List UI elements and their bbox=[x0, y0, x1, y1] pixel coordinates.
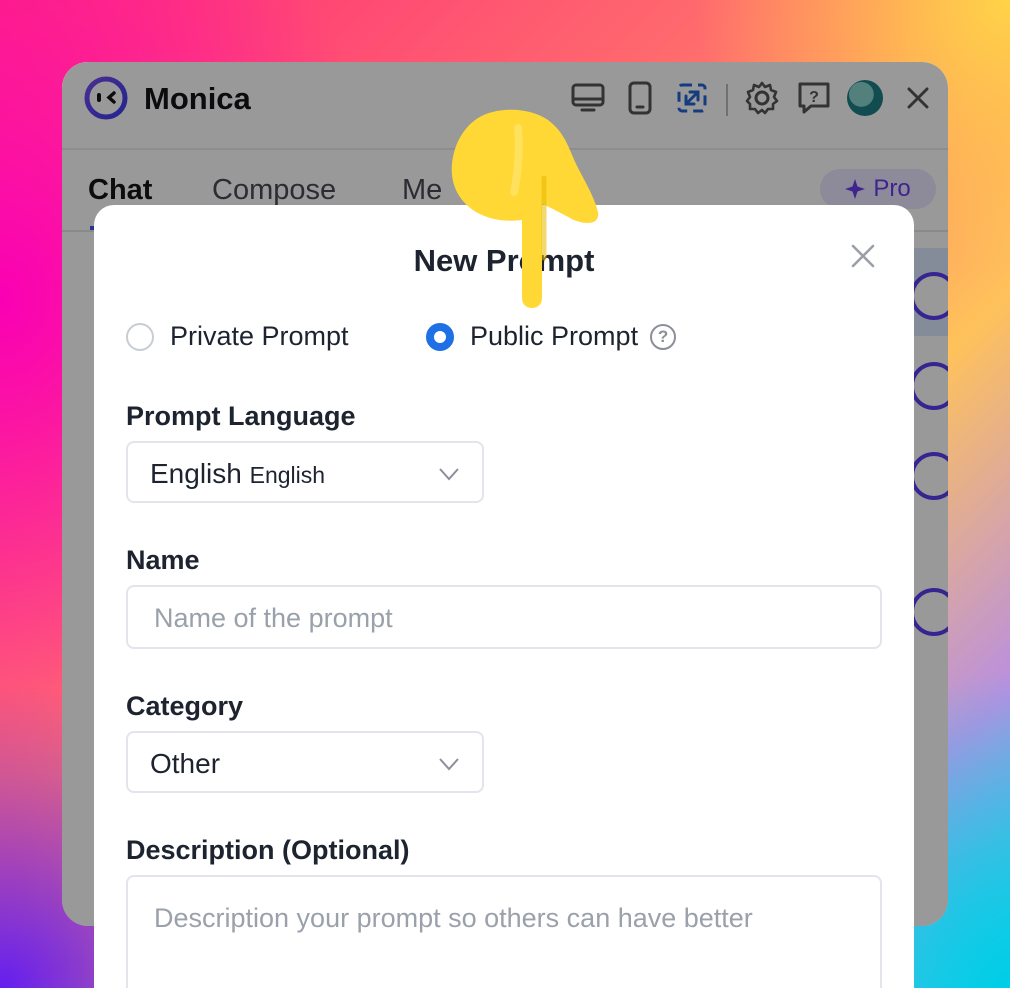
name-placeholder: Name of the prompt bbox=[154, 603, 393, 633]
prompt-language-select[interactable]: English English bbox=[126, 441, 484, 503]
prompt-language-label: Prompt Language bbox=[126, 401, 356, 431]
category-value: Other bbox=[150, 748, 221, 779]
category-label: Category bbox=[126, 691, 244, 721]
name-input[interactable]: Name of the prompt bbox=[126, 585, 882, 649]
radio-button[interactable] bbox=[426, 322, 454, 351]
radio-private-prompt[interactable]: Private Prompt bbox=[126, 321, 349, 352]
radio-label: Private Prompt bbox=[170, 321, 349, 351]
language-value: English bbox=[150, 458, 242, 489]
new-prompt-dialog: New Prompt Private Prompt Public Prompt … bbox=[94, 205, 914, 988]
radio-public-prompt[interactable]: Public Prompt ? bbox=[426, 321, 677, 352]
chevron-down-icon bbox=[439, 758, 459, 771]
category-select[interactable]: Other bbox=[126, 731, 484, 793]
language-native-value: English bbox=[249, 462, 326, 488]
radio-label: Public Prompt bbox=[470, 321, 639, 351]
description-placeholder: Description your prompt so others can ha… bbox=[154, 903, 753, 933]
pointing-hand-icon bbox=[451, 109, 599, 308]
description-label: Description (Optional) bbox=[126, 835, 410, 865]
chevron-down-icon bbox=[439, 468, 459, 481]
name-label: Name bbox=[126, 545, 200, 575]
help-icon[interactable]: ? bbox=[650, 323, 677, 350]
description-textarea[interactable]: Description your prompt so others can ha… bbox=[126, 875, 882, 988]
radio-button[interactable] bbox=[126, 322, 154, 351]
close-icon[interactable] bbox=[846, 239, 880, 273]
